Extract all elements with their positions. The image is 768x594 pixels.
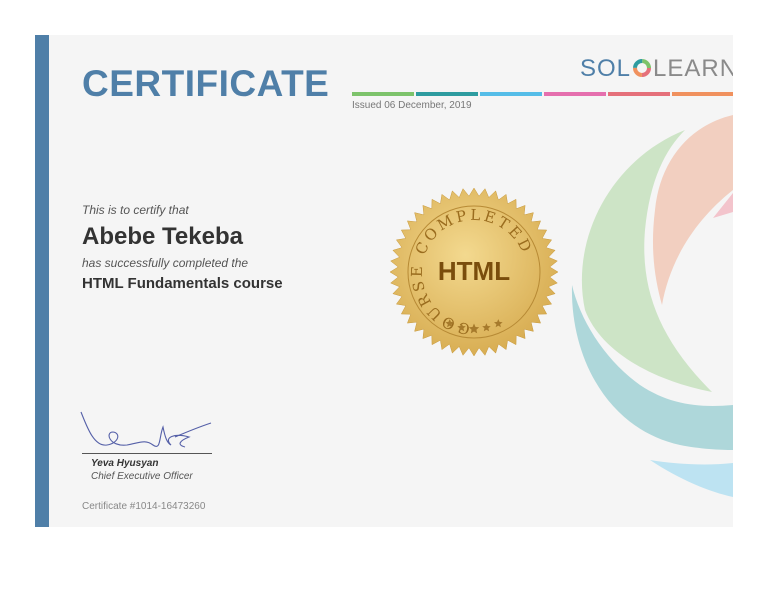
- signatory-title: Chief Executive Officer: [91, 471, 193, 482]
- accent-bar: [35, 35, 49, 527]
- issue-date: Issued 06 December, 2019: [352, 100, 472, 111]
- certificate: CERTIFICATE SOL LEARN Issued 06 December,…: [35, 35, 733, 527]
- seal-label: HTML: [438, 256, 510, 286]
- swirl-lightblue: [650, 460, 733, 497]
- certificate-number: Certificate #1014-16473260: [82, 501, 206, 512]
- color-stripes: [352, 92, 733, 96]
- signature: [80, 411, 212, 448]
- recipient-name: Abebe Tekeba: [82, 223, 243, 250]
- signatory-name: Yeva Hyusyan: [91, 458, 159, 469]
- signature-line: [82, 453, 212, 454]
- completed-text: has successfully completed the: [82, 256, 249, 270]
- certificate-title: CERTIFICATE: [82, 63, 330, 104]
- certify-text: This is to certify that: [82, 203, 189, 217]
- course-name: HTML Fundamentals course: [82, 275, 283, 292]
- logo-ring-icon: [633, 59, 652, 77]
- sololearn-logo: SOL LEARN: [580, 55, 733, 82]
- course-completed-seal: COURSE COMPLETED HTML: [389, 187, 559, 357]
